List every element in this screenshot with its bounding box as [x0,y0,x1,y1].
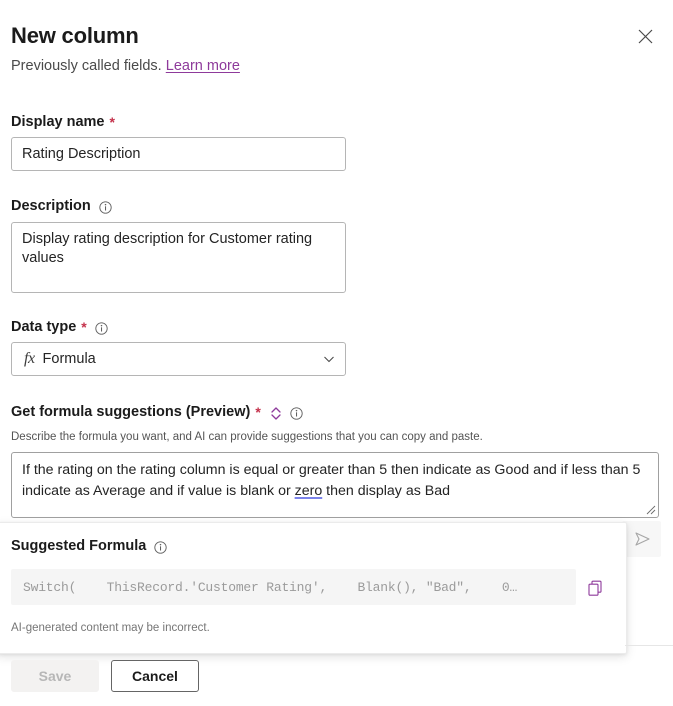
display-name-label: Display name * [11,113,115,131]
info-icon[interactable] [154,541,167,554]
info-icon[interactable] [95,322,108,335]
data-type-selected-value: Formula [43,351,322,367]
subtitle-text: Previously called fields. [11,58,162,74]
required-asterisk: * [110,113,115,131]
formula-suggestions-hint: Describe the formula you want, and AI ca… [11,430,483,445]
display-name-label-text: Display name [11,113,105,131]
required-asterisk: * [255,403,260,421]
copy-icon [586,579,605,598]
data-type-label: Data type * [11,318,108,336]
suggested-formula-text: Switch( ThisRecord.'Customer Rating', Bl… [23,580,517,595]
learn-more-link[interactable]: Learn more [166,58,240,74]
chevron-down-icon [322,352,336,366]
new-column-panel: New column Previously called fields. Lea… [0,0,673,706]
panel-footer: Save Cancel [11,660,199,692]
required-asterisk: * [81,318,86,336]
page-title: New column [11,22,662,50]
data-type-dropdown[interactable]: fx Formula [11,342,346,376]
panel-subtitle: Previously called fields. Learn more [11,57,662,76]
ai-disclaimer: AI-generated content may be incorrect. [11,621,210,636]
save-button[interactable]: Save [11,660,99,692]
data-type-label-text: Data type [11,318,76,336]
suggested-formula-box[interactable]: Switch( ThisRecord.'Customer Rating', Bl… [11,569,576,605]
formula-suggestions-label: Get formula suggestions (Preview) * [11,403,303,421]
fx-icon: fx [24,350,35,368]
send-prompt-button[interactable] [622,521,661,557]
send-icon [632,529,652,549]
panel-header: New column Previously called fields. Lea… [11,22,662,76]
suggested-formula-label-text: Suggested Formula [11,537,146,555]
copy-formula-button[interactable] [582,575,608,601]
footer-divider [625,645,673,646]
description-label: Description [11,197,112,215]
display-name-input[interactable] [11,137,346,171]
cancel-button[interactable]: Cancel [111,660,199,692]
formula-suggestions-label-text: Get formula suggestions (Preview) [11,403,250,421]
info-icon[interactable] [290,407,303,420]
description-label-text: Description [11,197,91,215]
close-icon [638,29,653,44]
formula-prompt-textarea[interactable] [11,452,659,518]
close-button[interactable] [629,20,661,52]
suggested-formula-label: Suggested Formula [11,537,167,555]
info-icon[interactable] [99,201,112,214]
chevron-up-down-icon[interactable] [270,406,282,421]
description-textarea[interactable] [11,222,346,293]
